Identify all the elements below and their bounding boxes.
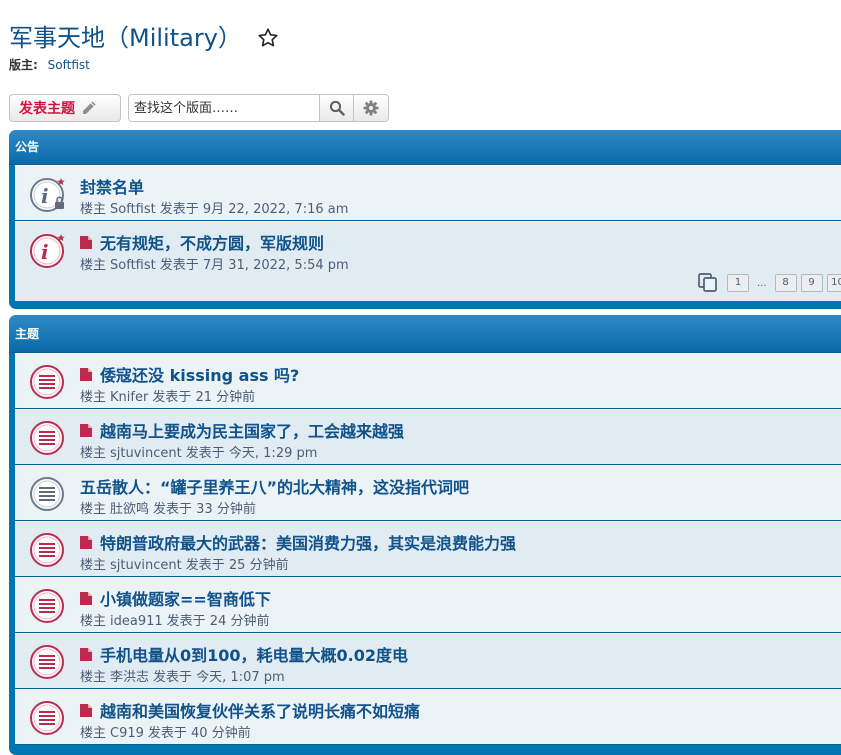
author-link[interactable]: idea911 (110, 614, 163, 629)
author-link[interactable]: Knifer (110, 390, 148, 405)
topic-meta: 楼主 C919 发表于 40 分钟前 (80, 726, 251, 741)
author-link[interactable]: sjtuvincent (110, 446, 182, 461)
unread-topic-icon (30, 645, 64, 679)
document-icon (80, 235, 92, 249)
topic-meta: 楼主 sjtuvincent 发表于 今天, 1:29 pm (80, 446, 318, 461)
unread-topic-icon (30, 365, 64, 399)
page-link[interactable]: 10 (826, 274, 841, 292)
author-link[interactable]: 肚欲鸣 (110, 502, 149, 517)
author-link[interactable]: 李洪志 (110, 670, 149, 685)
forum-search-box (128, 94, 389, 122)
page-link[interactable]: 1 (727, 274, 749, 292)
topic-meta: 楼主 idea911 发表于 24 分钟前 (80, 614, 270, 629)
topic-title[interactable]: 手机电量从0到100，耗电量大概0.02度电 (80, 642, 408, 666)
page-ellipsis: ... (757, 277, 767, 289)
pagination: 1 ... 8 9 10 (698, 273, 841, 293)
topics-header: 主题 (9, 315, 841, 353)
topic-title[interactable]: 五岳散人：“罐子里养王八”的北大精神，这没指代词吧 (80, 474, 469, 498)
moderator-link[interactable]: Softfist (48, 58, 90, 72)
pages-icon (698, 273, 717, 292)
announcements-panel: 公告 i 封禁名单 楼主 Softfist 发表于 9月 22, 2022, 7:1… (9, 130, 841, 309)
unread-topic-icon (30, 421, 64, 455)
pencil-icon (83, 101, 96, 114)
page-link[interactable]: 8 (774, 274, 797, 292)
moderator-line: 版主: Softfist (9, 56, 90, 73)
topics-panel: 主题 倭寇还没 kissing ass 吗? 楼主 Knifer 发表于 21 分钟前… (9, 315, 841, 755)
document-icon (80, 423, 92, 437)
unread-topic-icon (30, 701, 64, 735)
new-topic-button[interactable]: 发表主题 (9, 94, 121, 122)
unread-topic-icon (30, 589, 64, 623)
global-announcement-icon: i (30, 234, 65, 268)
topic-row: 五岳散人：“罐子里养王八”的北大精神，这没指代词吧楼主 肚欲鸣 发表于 33 分钟前 (15, 465, 841, 521)
locked-global-announcement-icon: i (30, 178, 65, 212)
unread-topic-icon (30, 533, 64, 567)
topic-meta: 楼主 肚欲鸣 发表于 33 分钟前 (80, 502, 256, 517)
document-icon (80, 535, 92, 549)
topic-row: 越南马上要成为民主国家了，工会越来越强楼主 sjtuvincent 发表于 今天, … (15, 409, 841, 465)
announcement-row: i 封禁名单 楼主 Softfist 发表于 9月 22, 2022, 7:16 a… (15, 165, 841, 221)
search-button[interactable] (318, 95, 354, 121)
gear-icon (363, 100, 379, 116)
document-icon (80, 703, 92, 717)
topic-title[interactable]: 特朗普政府最大的武器：美国消费力强，其实是浪费能力强 (80, 530, 516, 554)
topic-title[interactable]: 倭寇还没 kissing ass 吗? (80, 362, 299, 386)
forum-title[interactable]: 军事天地（Military） (9, 18, 242, 53)
topic-row: 手机电量从0到100，耗电量大概0.02度电楼主 李洪志 发表于 今天, 1:07 … (15, 633, 841, 689)
announcement-title[interactable]: 封禁名单 (80, 174, 144, 198)
topic-meta: 楼主 Knifer 发表于 21 分钟前 (80, 390, 256, 405)
topic-meta: 楼主 李洪志 发表于 今天, 1:07 pm (80, 670, 285, 685)
topic-list: 倭寇还没 kissing ass 吗? 楼主 Knifer 发表于 21 分钟前越南马… (15, 353, 841, 745)
svg-text:i: i (41, 240, 49, 264)
read-topic-icon (30, 477, 64, 511)
author-link[interactable]: C919 (110, 726, 144, 741)
topic-row: 小镇做题家==智商低下楼主 idea911 发表于 24 分钟前 (15, 577, 841, 633)
topic-row: 倭寇还没 kissing ass 吗? 楼主 Knifer 发表于 21 分钟前 (15, 353, 841, 409)
document-icon (80, 591, 92, 605)
advanced-search-button[interactable] (353, 95, 388, 121)
search-icon (329, 100, 345, 116)
moderator-label: 版主: (9, 58, 38, 72)
topic-title[interactable]: 小镇做题家==智商低下 (80, 586, 271, 610)
announcement-title[interactable]: 无有规矩，不成方圆，军版规则 (80, 230, 324, 254)
star-icon[interactable] (256, 26, 280, 50)
topic-meta: 楼主 sjtuvincent 发表于 25 分钟前 (80, 558, 289, 573)
topic-title[interactable]: 越南和美国恢复伙伴关系了说明长痛不如短痛 (80, 698, 420, 722)
announcements-header: 公告 (9, 130, 841, 165)
page-link[interactable]: 9 (800, 274, 823, 292)
svg-text:i: i (41, 184, 49, 208)
new-topic-label: 发表主题 (19, 101, 75, 117)
topic-title[interactable]: 越南马上要成为民主国家了，工会越来越强 (80, 418, 404, 442)
author-link[interactable]: Softfist (110, 258, 156, 273)
author-link[interactable]: Softfist (110, 202, 156, 217)
search-input[interactable] (129, 95, 319, 121)
announcement-row: i 无有规矩，不成方圆，军版规则 楼主 Softfist 发表于 7月 31, 20… (15, 221, 841, 301)
announcement-meta: 楼主 Softfist 发表于 7月 31, 2022, 5:54 pm (80, 258, 349, 273)
document-icon (80, 647, 92, 661)
topic-row: 越南和美国恢复伙伴关系了说明长痛不如短痛楼主 C919 发表于 40 分钟前 (15, 689, 841, 745)
document-icon (80, 367, 92, 381)
topic-row: 特朗普政府最大的武器：美国消费力强，其实是浪费能力强楼主 sjtuvincent 发… (15, 521, 841, 577)
author-link[interactable]: sjtuvincent (110, 558, 182, 573)
announcement-meta: 楼主 Softfist 发表于 9月 22, 2022, 7:16 am (80, 202, 349, 217)
